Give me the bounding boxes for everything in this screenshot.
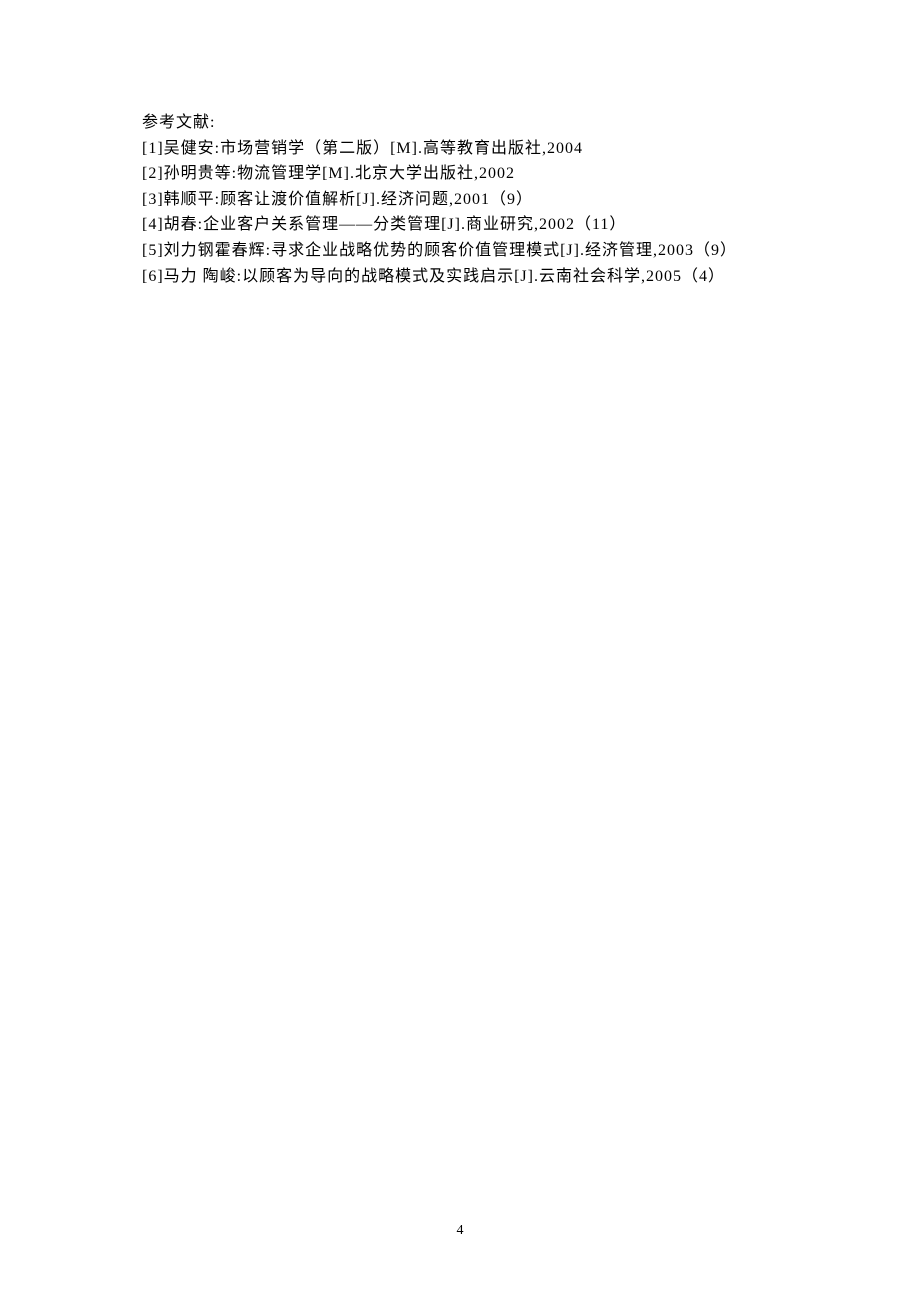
reference-item: [1]吴健安:市场营销学（第二版）[M].高等教育出版社,2004 [110,136,810,162]
reference-item: [4]胡春:企业客户关系管理——分类管理[J].商业研究,2002（11） [110,212,810,238]
document-content: 参考文献: [1]吴健安:市场营销学（第二版）[M].高等教育出版社,2004 … [110,110,810,289]
reference-item: [5]刘力钢霍春辉:寻求企业战略优势的顾客价值管理模式[J].经济管理,2003… [110,238,810,264]
page-number: 4 [0,1220,920,1242]
references-heading: 参考文献: [110,110,810,136]
reference-item: [2]孙明贵等:物流管理学[M].北京大学出版社,2002 [110,161,810,187]
reference-item: [6]马力 陶峻:以顾客为导向的战略模式及实践启示[J].云南社会科学,2005… [110,264,810,290]
reference-item: [3]韩顺平:顾客让渡价值解析[J].经济问题,2001（9） [110,187,810,213]
